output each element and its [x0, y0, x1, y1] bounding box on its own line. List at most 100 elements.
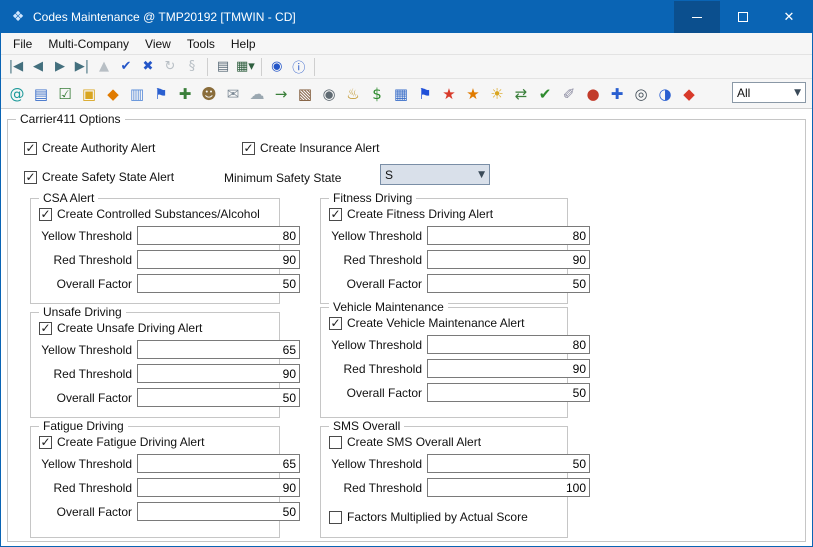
overall-factor-input[interactable]	[427, 383, 590, 402]
create-sms-overall-alert-checkbox[interactable]: Create SMS Overall Alert	[329, 435, 481, 449]
checkbox-label: Create Insurance Alert	[260, 141, 379, 155]
checkbox-box	[24, 142, 37, 155]
web-icon[interactable]: ◉	[266, 56, 288, 78]
save-icon[interactable]: ✔	[115, 56, 137, 78]
swap-icon[interactable]: ⇄	[509, 82, 533, 106]
print-icon[interactable]: ▤	[212, 56, 234, 78]
minimum-safety-state-value: S	[385, 168, 393, 182]
red-threshold-input[interactable]	[137, 478, 300, 497]
create-authority-alert-checkbox[interactable]: Create Authority Alert	[24, 141, 155, 155]
yellow-threshold-label: Yellow Threshold	[37, 457, 137, 471]
window-title: Codes Maintenance @ TMP20192 [TMWIN - CD…	[33, 10, 296, 24]
panel-title: Unsafe Driving	[39, 305, 126, 319]
yellow-threshold-label: Yellow Threshold	[327, 338, 427, 352]
yellow-threshold-input[interactable]	[137, 340, 300, 359]
notes-icon[interactable]: ▤	[29, 82, 53, 106]
folder-icon[interactable]: ▣	[77, 82, 101, 106]
menu-tools[interactable]: Tools	[179, 34, 223, 54]
money-icon[interactable]: $	[365, 82, 389, 106]
last-record-icon[interactable]: ▶|	[71, 56, 93, 78]
create-controlled-substances-checkbox[interactable]: Create Controlled Substances/Alcohol	[39, 207, 260, 221]
yellow-threshold-input[interactable]	[137, 226, 300, 245]
app-window: ❖ Codes Maintenance @ TMP20192 [TMWIN - …	[0, 0, 813, 547]
yellow-threshold-input[interactable]	[427, 226, 590, 245]
menu-file[interactable]: File	[5, 34, 40, 54]
first-record-icon[interactable]: |◀	[5, 56, 27, 78]
panel-title: Fatigue Driving	[39, 419, 128, 433]
minimize-button[interactable]	[674, 1, 720, 33]
create-unsafe-driving-alert-checkbox[interactable]: Create Unsafe Driving Alert	[39, 321, 202, 335]
red-threshold-input[interactable]	[427, 359, 590, 378]
chevron-down-icon: ▼	[794, 88, 801, 98]
route-icon[interactable]: →	[269, 82, 293, 106]
maximize-button[interactable]	[720, 1, 766, 33]
overall-factor-input[interactable]	[137, 274, 300, 293]
link-icon[interactable]: @	[5, 82, 29, 106]
red-threshold-label: Red Threshold	[327, 481, 427, 495]
create-fitness-driving-alert-checkbox[interactable]: Create Fitness Driving Alert	[329, 207, 493, 221]
minimum-safety-state-combo[interactable]: S ▼	[380, 164, 490, 185]
checkbox-label: Create Safety State Alert	[42, 170, 174, 184]
toolbar-separator	[207, 58, 208, 76]
create-insurance-alert-checkbox[interactable]: Create Insurance Alert	[242, 141, 379, 155]
yellow-threshold-input[interactable]	[427, 335, 590, 354]
menu-view[interactable]: View	[137, 34, 179, 54]
mug-icon[interactable]: ♨	[341, 82, 365, 106]
close-button[interactable]: ✕	[766, 1, 812, 33]
car-icon[interactable]: ●	[581, 82, 605, 106]
overall-factor-input[interactable]	[137, 388, 300, 407]
overall-factor-input[interactable]	[427, 274, 590, 293]
paperclip-icon[interactable]: ✐	[557, 82, 581, 106]
shield-icon[interactable]: ◆	[101, 82, 125, 106]
factors-multiplied-checkbox[interactable]: Factors Multiplied by Actual Score	[329, 510, 528, 524]
mail-icon[interactable]: ✉	[221, 82, 245, 106]
yellow-threshold-input[interactable]	[137, 454, 300, 473]
sun-icon[interactable]: ☀	[485, 82, 509, 106]
create-fatigue-driving-alert-checkbox[interactable]: Create Fatigue Driving Alert	[39, 435, 204, 449]
approve-icon[interactable]: ✔	[533, 82, 557, 106]
menu-multi-company[interactable]: Multi-Company	[40, 34, 137, 54]
previous-record-icon[interactable]: ◀	[27, 56, 49, 78]
clipboard-icon[interactable]: ▧	[293, 82, 317, 106]
parent-record-icon[interactable]: ▲	[93, 56, 115, 78]
red-threshold-input[interactable]	[137, 364, 300, 383]
vehicle-maintenance-panel: Vehicle Maintenance Create Vehicle Maint…	[320, 307, 568, 418]
burst-orange-icon[interactable]: ★	[461, 82, 485, 106]
attachment-icon[interactable]: §	[181, 56, 203, 78]
module-filter-value: All	[737, 86, 750, 100]
flag-icon[interactable]: ⚑	[149, 82, 173, 106]
add-record-icon[interactable]: ✚	[173, 82, 197, 106]
burst-red-icon[interactable]: ★	[437, 82, 461, 106]
red-threshold-input[interactable]	[137, 250, 300, 269]
red-threshold-input[interactable]	[427, 250, 590, 269]
panel-title: Vehicle Maintenance	[329, 300, 448, 314]
export-icon[interactable]: ▦▾	[234, 56, 257, 78]
menu-help[interactable]: Help	[223, 34, 264, 54]
pin-icon[interactable]: ◆	[677, 82, 701, 106]
refresh-icon[interactable]: ↻	[159, 56, 181, 78]
info-icon[interactable]: ⓘ	[288, 56, 310, 78]
module-filter-combo[interactable]: All ▼	[732, 82, 806, 103]
checklist-icon[interactable]: ☑	[53, 82, 77, 106]
flag-blue-icon[interactable]: ⚑	[413, 82, 437, 106]
next-record-icon[interactable]: ▶	[49, 56, 71, 78]
create-vehicle-maintenance-alert-checkbox[interactable]: Create Vehicle Maintenance Alert	[329, 316, 524, 330]
checkbox-label: Create Unsafe Driving Alert	[57, 321, 202, 335]
driver-icon[interactable]: ☻	[197, 82, 221, 106]
copy-icon[interactable]: ▥	[125, 82, 149, 106]
checkbox-label: Create Fitness Driving Alert	[347, 207, 493, 221]
medical-icon[interactable]: ✚	[605, 82, 629, 106]
overall-factor-input[interactable]	[137, 502, 300, 521]
red-threshold-label: Red Threshold	[37, 253, 137, 267]
create-safety-state-alert-checkbox[interactable]: Create Safety State Alert	[24, 170, 174, 184]
yellow-threshold-input[interactable]	[427, 454, 590, 473]
checkbox-label: Create Fatigue Driving Alert	[57, 435, 204, 449]
red-threshold-input[interactable]	[427, 478, 590, 497]
cloud-icon[interactable]: ☁	[245, 82, 269, 106]
checkbox-box	[329, 436, 342, 449]
globe-icon[interactable]: ◑	[653, 82, 677, 106]
cancel-icon[interactable]: ✖	[137, 56, 159, 78]
wheel-icon[interactable]: ◎	[629, 82, 653, 106]
invoice-icon[interactable]: ▦	[389, 82, 413, 106]
camera-icon[interactable]: ◉	[317, 82, 341, 106]
